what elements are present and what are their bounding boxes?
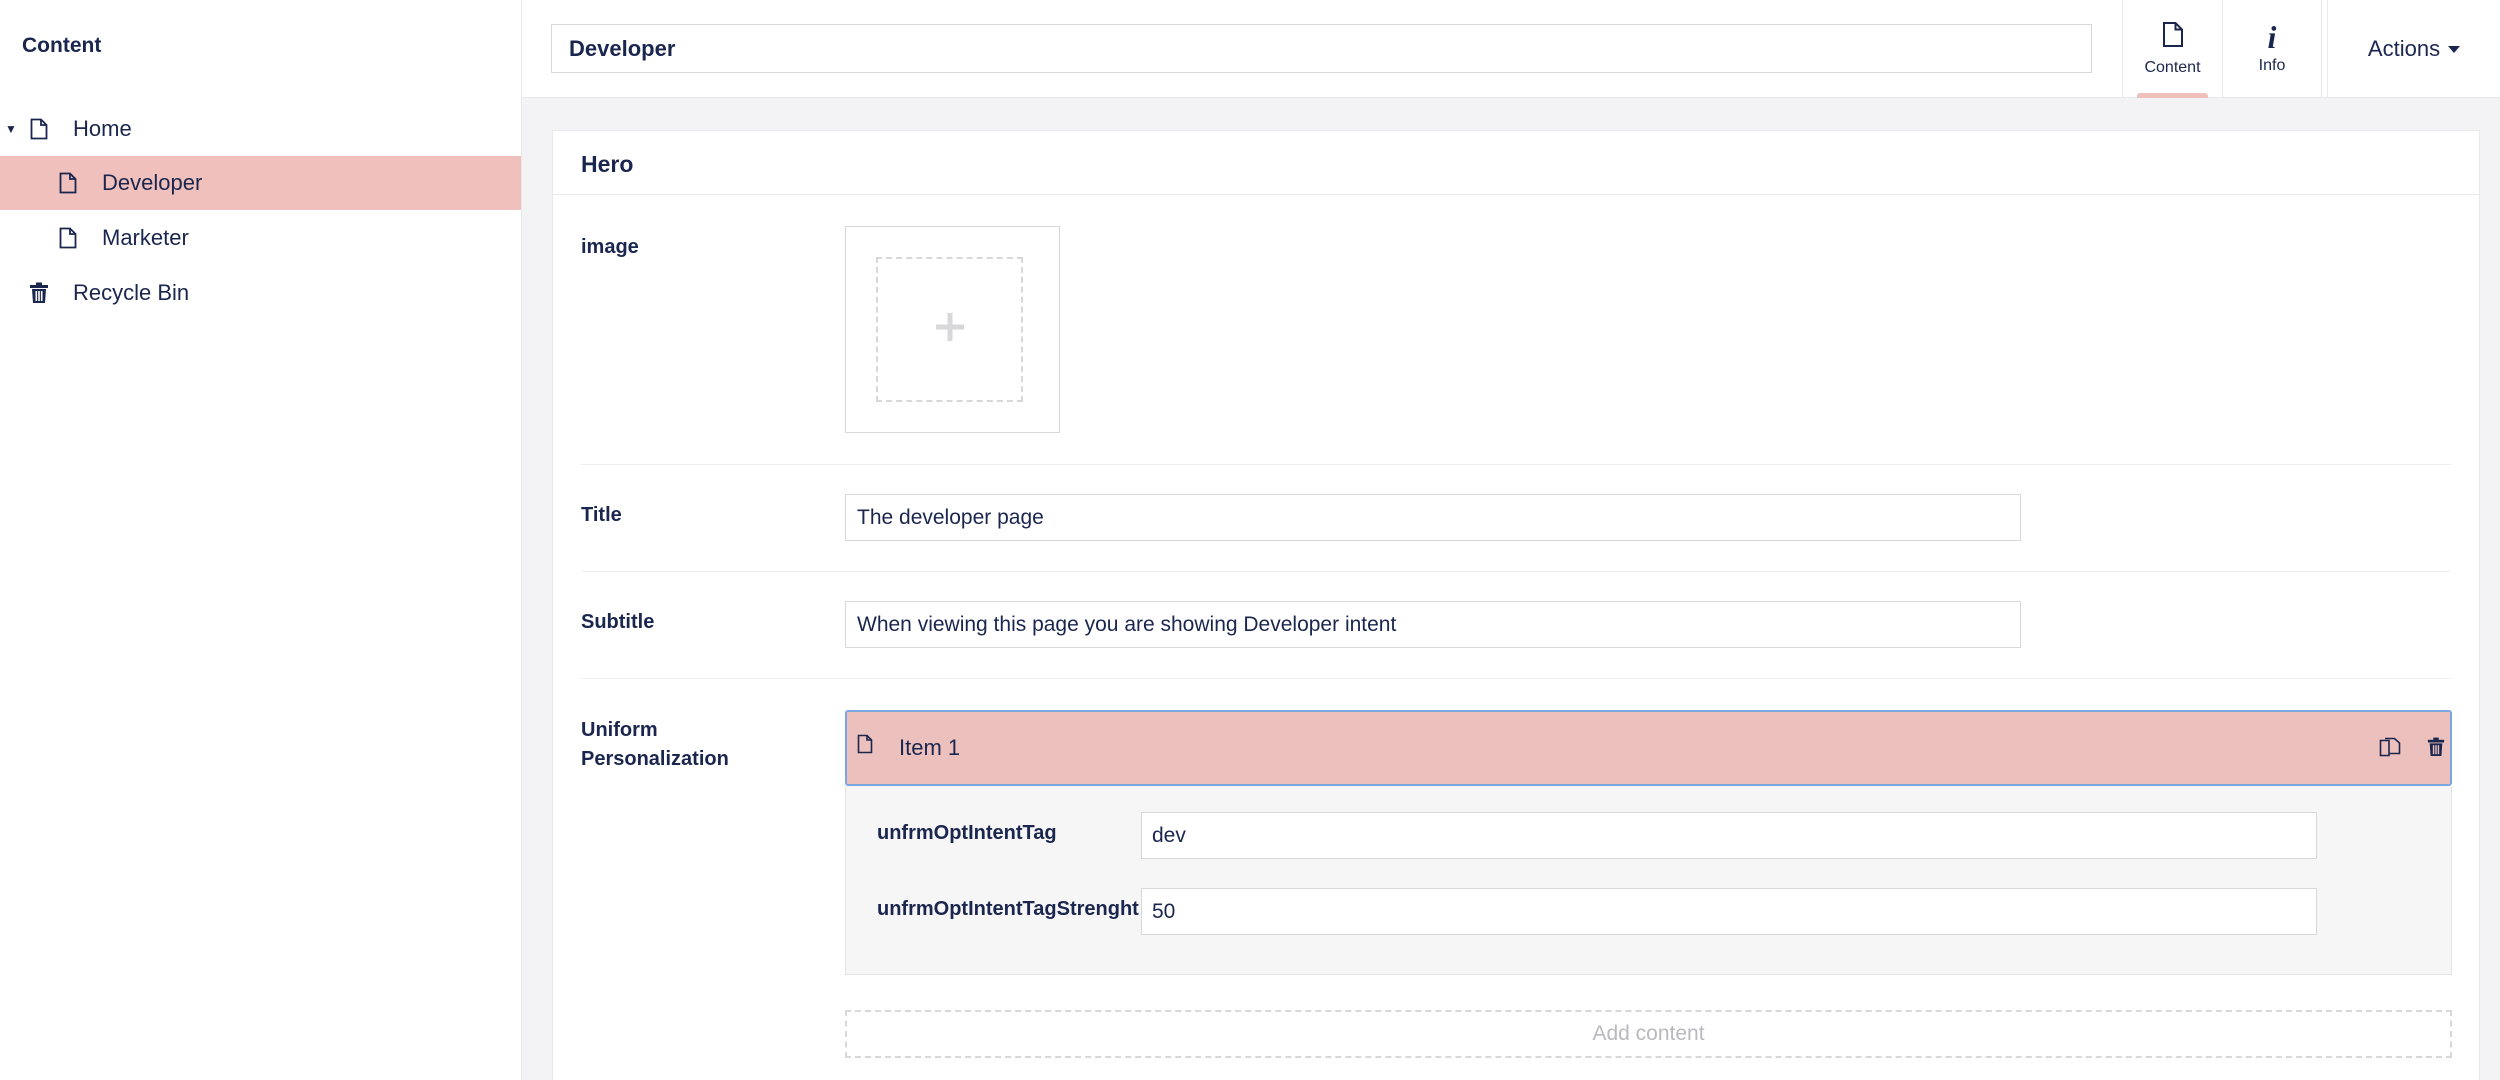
tree-item-developer[interactable]: Developer (0, 156, 521, 210)
divider (581, 571, 2451, 572)
title-label: Title (581, 504, 622, 526)
actions-button[interactable]: Actions (2327, 0, 2500, 98)
plus-icon (935, 312, 965, 347)
personalization-label-line1: Uniform (581, 719, 658, 741)
block-item-content: unfrmOptIntentTag unfrmOptIntentTagStren… (845, 786, 2452, 975)
tab-label: Content (2144, 59, 2201, 76)
trash-icon[interactable] (2423, 734, 2449, 760)
tab-info[interactable]: i Info (2222, 0, 2322, 98)
trash-icon (28, 266, 50, 320)
tab-content[interactable]: Content (2122, 0, 2222, 98)
caret-down-icon[interactable]: ▼ (5, 102, 17, 156)
divider (581, 678, 2451, 679)
media-picker[interactable] (845, 226, 1060, 433)
intent-tag-strength-label: unfrmOptIntentTagStrenght (877, 898, 1139, 920)
subtitle-input[interactable] (845, 601, 2021, 648)
chevron-down-icon (2448, 45, 2461, 53)
subtitle-label: Subtitle (581, 611, 655, 633)
intent-tag-label: unfrmOptIntentTag (877, 822, 1057, 844)
active-tab-indicator (2137, 93, 2208, 98)
tree-item-label: Home (73, 116, 132, 141)
divider (581, 464, 2451, 465)
tab-label: Info (2258, 57, 2286, 74)
document-icon (57, 211, 79, 265)
sidebar-header[interactable]: Content (22, 34, 101, 58)
group-header: Hero (553, 131, 2479, 195)
personalization-label-line2: Personalization (581, 748, 729, 770)
actions-label: Actions (2367, 36, 2441, 61)
tree-item-label: Recycle Bin (73, 280, 190, 305)
document-icon (57, 156, 79, 210)
add-content-button[interactable]: Add content (845, 1010, 2452, 1058)
document-icon (2162, 21, 2184, 53)
tree-item-recycle-bin[interactable]: Recycle Bin (0, 266, 521, 320)
intent-tag-strength-input[interactable] (1141, 888, 2317, 935)
content-tree-sidebar: Content ▼ Home Developer Marketer Recycl… (0, 0, 522, 1080)
node-name-input[interactable] (551, 24, 2092, 73)
copy-icon[interactable] (2377, 734, 2403, 760)
editor-header: Content i Info Actions (522, 0, 2500, 98)
tree-item-label: Developer (102, 170, 203, 195)
property-group-panel: Hero image Title Subtitle Uniform Person… (552, 130, 2480, 1080)
tree-item-home[interactable]: ▼ Home (0, 102, 521, 156)
intent-tag-input[interactable] (1141, 812, 2317, 859)
tree-item-marketer[interactable]: Marketer (0, 211, 521, 265)
personalization-label: Uniform Personalization (581, 716, 729, 774)
group-title: Hero (581, 151, 634, 177)
block-item-label: Item 1 (899, 735, 961, 760)
block-list-item[interactable]: Item 1 (845, 710, 2452, 786)
info-icon: i (2267, 19, 2277, 55)
add-media-dropzone[interactable] (876, 257, 1023, 402)
image-label: image (581, 236, 639, 258)
document-icon (28, 102, 50, 156)
tree-item-label: Marketer (102, 225, 189, 250)
title-input[interactable] (845, 494, 2021, 541)
document-icon (857, 734, 873, 759)
